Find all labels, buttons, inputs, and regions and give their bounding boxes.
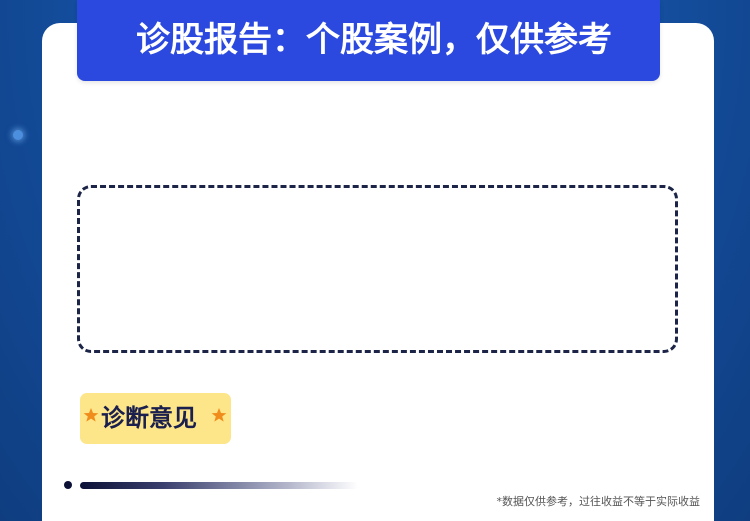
stock-info-placeholder-box <box>77 185 678 353</box>
divider-dot <box>64 481 72 489</box>
page-title: 诊股报告：个股案例，仅供参考 <box>136 20 612 60</box>
star-icon <box>211 408 227 422</box>
star-icon <box>83 408 99 422</box>
diagnosis-badge: 诊断意见 <box>80 393 231 444</box>
decorative-glow-dot <box>13 130 23 140</box>
diagnosis-label: 诊断意见 <box>101 404 197 432</box>
divider-gradient-line <box>80 482 358 489</box>
header-banner: 诊股报告：个股案例，仅供参考 <box>77 0 660 81</box>
disclaimer-text: *数据仅供参考，过往收益不等于实际收益 <box>496 495 701 508</box>
